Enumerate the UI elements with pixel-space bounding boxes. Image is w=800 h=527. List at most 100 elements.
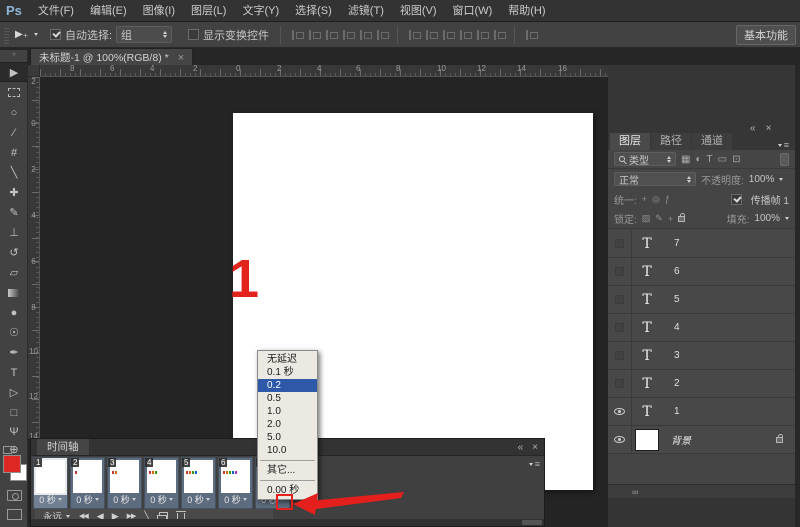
delay-option-no-delay[interactable]: 无延迟 — [258, 353, 317, 366]
shape-tool[interactable]: □ — [0, 403, 28, 423]
lock-all-icon[interactable] — [678, 216, 685, 222]
workspace-button[interactable]: 基本功能 — [736, 25, 796, 45]
default-swatches-icon[interactable] — [3, 446, 12, 454]
visibility-toggle[interactable] — [608, 258, 632, 286]
type-tool[interactable]: T — [0, 363, 28, 383]
tab-channels[interactable]: 通道 — [692, 133, 732, 150]
lock-transparency-icon[interactable]: ▨ — [642, 213, 651, 224]
lock-position-icon[interactable]: + — [668, 214, 673, 224]
filter-toggle-icon[interactable] — [780, 153, 789, 166]
unify-visibility-icon[interactable]: ◎ — [652, 194, 660, 205]
tool-preset-caret-icon[interactable] — [34, 33, 38, 36]
propagate-checkbox[interactable] — [731, 194, 742, 205]
lasso-tool[interactable]: ○ — [0, 103, 28, 123]
layer-row[interactable]: T 2 — [608, 370, 795, 398]
timeline-scrollbar[interactable] — [31, 519, 544, 526]
layer-row[interactable]: T 6 — [608, 258, 795, 286]
path-select-tool[interactable]: ▷ — [0, 383, 28, 403]
delay-option-0-2s[interactable]: 0.2 — [258, 379, 317, 392]
healing-brush-tool[interactable]: ✚ — [0, 183, 28, 203]
visibility-toggle[interactable] — [608, 342, 632, 370]
link-layers-icon[interactable]: ∞ — [632, 487, 637, 497]
move-tool[interactable]: ▶ — [0, 62, 28, 82]
filter-shape-icon[interactable]: ▭ — [718, 154, 727, 165]
menu-window[interactable]: 窗口(W) — [445, 0, 501, 22]
unify-position-icon[interactable]: + — [642, 194, 647, 204]
opacity-value[interactable]: 100% — [749, 174, 775, 185]
filter-adjustment-icon[interactable]: ◐ — [695, 154, 701, 165]
menu-edit[interactable]: 编辑(E) — [82, 0, 135, 22]
menu-filter[interactable]: 滤镜(T) — [340, 0, 392, 22]
timeline-frame[interactable]: 6 0 秒 — [218, 457, 253, 509]
frame-delay-dropdown[interactable]: 0 秒 — [108, 493, 141, 506]
tab-layers[interactable]: 图层 — [610, 133, 650, 150]
dodge-tool[interactable]: ☉ — [0, 323, 28, 343]
foreground-color-swatch[interactable] — [3, 455, 21, 473]
timeline-close-icon[interactable]: × — [532, 442, 538, 453]
timeline-frame[interactable]: 5 0 秒 — [181, 457, 216, 509]
delay-option-0-1s[interactable]: 0.1 秒 — [258, 366, 317, 379]
marquee-tool[interactable] — [0, 83, 28, 103]
frame-delay-dropdown[interactable]: 0 秒 — [71, 493, 104, 506]
screen-mode-icon[interactable] — [7, 509, 22, 520]
visibility-toggle[interactable] — [608, 426, 632, 454]
visibility-toggle[interactable] — [608, 314, 632, 342]
timeline-frame[interactable]: 1 0 秒 — [33, 457, 68, 509]
history-brush-tool[interactable]: ↺ — [0, 243, 28, 263]
background-layer-row[interactable]: 背景 — [608, 426, 795, 454]
unify-style-icon[interactable]: ƒ — [665, 194, 670, 204]
timeline-tab[interactable]: 时间轴 — [37, 439, 89, 455]
auto-select-dropdown[interactable]: 组 — [116, 26, 172, 43]
layer-row[interactable]: T 4 — [608, 314, 795, 342]
delay-option-0-5s[interactable]: 0.5 — [258, 392, 317, 405]
quick-mask-icon[interactable] — [7, 490, 22, 501]
tab-close-icon[interactable]: × — [178, 52, 184, 64]
fill-caret-icon[interactable] — [785, 217, 789, 220]
delay-option-2-0s[interactable]: 2.0 — [258, 418, 317, 431]
frame-delay-dropdown[interactable]: 0 秒 — [34, 493, 67, 506]
frame-delay-dropdown[interactable]: 0 秒 — [219, 493, 252, 506]
delay-option-other[interactable]: 其它... — [258, 464, 317, 477]
delay-option-5-0s[interactable]: 5.0 — [258, 431, 317, 444]
timeline-frame[interactable]: 2 0 秒 — [70, 457, 105, 509]
blur-tool[interactable]: ● — [0, 303, 28, 323]
brush-tool[interactable]: ✎ — [0, 203, 28, 223]
fill-value[interactable]: 100% — [754, 213, 780, 224]
tab-paths[interactable]: 路径 — [651, 133, 691, 150]
filter-type-icon[interactable]: T — [707, 154, 713, 165]
menu-file[interactable]: 文件(F) — [30, 0, 82, 22]
menu-type[interactable]: 文字(Y) — [234, 0, 287, 22]
layer-row[interactable]: T 7 — [608, 230, 795, 258]
pen-tool[interactable]: ✒ — [0, 343, 28, 363]
eyedropper-tool[interactable]: ╲ — [0, 163, 28, 183]
blend-mode-dropdown[interactable]: 正常 — [614, 172, 696, 186]
crop-tool[interactable]: # — [0, 143, 28, 163]
filter-pixel-icon[interactable]: ▦ — [681, 154, 690, 165]
hand-tool[interactable]: Ψ — [0, 422, 28, 442]
timeline-frame[interactable]: 3 0 秒 — [107, 457, 142, 509]
visibility-toggle[interactable] — [608, 230, 632, 258]
layer-row[interactable]: T 5 — [608, 286, 795, 314]
layer-filter-dropdown[interactable]: 类型 — [614, 152, 676, 166]
layer-row[interactable]: T 1 — [608, 398, 795, 426]
visibility-toggle[interactable] — [608, 398, 632, 426]
filter-smart-object-icon[interactable]: ⊡ — [732, 154, 740, 165]
auto-select-checkbox[interactable] — [50, 29, 61, 40]
quick-select-tool[interactable]: ∕ — [0, 123, 28, 143]
show-transform-checkbox[interactable] — [188, 29, 199, 40]
visibility-toggle[interactable] — [608, 286, 632, 314]
toolbar-collapse-icon[interactable]: » — [0, 50, 28, 60]
lock-pixels-icon[interactable]: ✎ — [655, 213, 663, 224]
menu-help[interactable]: 帮助(H) — [500, 0, 553, 22]
timeline-frame[interactable]: 4 0 秒 — [144, 457, 179, 509]
layer-row[interactable]: T 3 — [608, 342, 795, 370]
menu-select[interactable]: 选择(S) — [287, 0, 340, 22]
eraser-tool[interactable]: ▱ — [0, 263, 28, 283]
clone-stamp-tool[interactable]: ⊥ — [0, 223, 28, 243]
opacity-caret-icon[interactable] — [779, 178, 783, 181]
timeline-collapse-icon[interactable]: « — [518, 442, 524, 453]
menu-image[interactable]: 图像(I) — [135, 0, 183, 22]
frame-delay-dropdown[interactable]: 0 秒 — [182, 493, 215, 506]
visibility-toggle[interactable] — [608, 370, 632, 398]
delay-option-10-0s[interactable]: 10.0 — [258, 444, 317, 457]
